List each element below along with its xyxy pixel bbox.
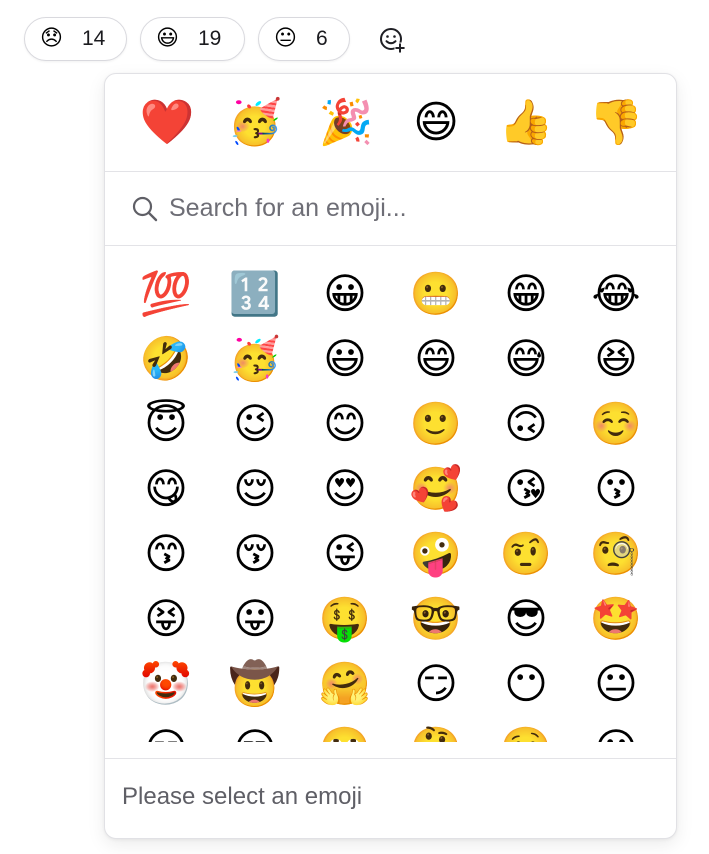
emoji-option[interactable]: 🥳 [222,330,288,388]
emoji-option[interactable]: 🤡 [133,655,199,713]
emoji-grid: 💯 🔢 😀 😬 😁 😂 🤣 🥳 😃 😄 😅 😆 😇 😉 😊 🙂 🙃 ☺️ 😋 😌 😍 🥰 😘 😗 😙 😚 😜 🤪 🤨 🧐 😝 😛 🤑 🤓 😎 🤩 🤡 🤠 🤗… [105,246,676,742]
grinning-face-big-eyes-icon: 😃 [156,26,179,51]
emoji-option[interactable]: 😬 [403,265,469,323]
footer-status-text: Please select an emoji [122,783,363,810]
grinning-face-smiling-eyes-icon[interactable]: 😄 [406,96,466,150]
emoji-option[interactable]: 🤗 [312,655,378,713]
emoji-option[interactable]: 🙃 [493,395,559,453]
emoji-option[interactable]: 😙 [133,525,199,583]
emoji-picker: ❤️ 🥳 🎉 😄 👍 👎 💯 🔢 😀 😬 😁 😂 🤣 🥳 😃 😄 😅 😆 😇 😉 😊 🙂 🙃 ☺️ 😋 😌 😍 🥰 😘 😗 😙 😚 😜 🤪 🤨 🧐 😝… [104,73,677,839]
emoji-option[interactable]: 😶 [493,655,559,713]
emoji-option[interactable]: 🙂 [403,395,469,453]
emoji-option[interactable]: 😏 [403,655,469,713]
emoji-option[interactable]: 😋 [133,460,199,518]
emoji-option[interactable]: 😜 [312,525,378,583]
emoji-option[interactable]: 🤨 [493,525,559,583]
emoji-option[interactable]: 😛 [222,590,288,648]
emoji-option[interactable]: 😚 [222,525,288,583]
emoji-option[interactable]: 😄 [403,330,469,388]
emoji-option[interactable]: 😗 [583,460,649,518]
emoji-option[interactable]: ☺️ [583,395,649,453]
reaction-count: 19 [198,27,222,50]
neutral-face-icon: 😐 [274,26,297,51]
emoji-option[interactable]: 🤩 [583,590,649,648]
emoji-option[interactable]: 😮 [583,720,649,742]
party-popper-icon[interactable]: 🎉 [316,96,376,150]
emoji-option[interactable]: 😃 [312,330,378,388]
reaction-chip[interactable]: 😞 14 [24,17,127,61]
search-icon [132,196,158,222]
emoji-option[interactable]: 🙄 [312,720,378,742]
emoji-option[interactable]: 😎 [493,590,559,648]
emoji-option[interactable]: 😐 [583,655,649,713]
emoji-option[interactable]: 🧐 [583,525,649,583]
emoji-option[interactable]: 😅 [493,330,559,388]
emoji-option[interactable]: 😁 [493,265,559,323]
disappointed-face-icon: 😞 [40,26,63,51]
emoji-option[interactable]: 😀 [312,265,378,323]
emoji-option[interactable]: 🤔 [403,720,469,742]
emoji-option[interactable]: 🤣 [133,330,199,388]
emoji-option[interactable]: 🤑 [312,590,378,648]
emoji-option[interactable]: 🔢 [222,265,288,323]
reaction-count: 14 [82,27,106,50]
emoji-option[interactable]: 🤠 [222,655,288,713]
red-heart-icon[interactable]: ❤️ [137,96,197,150]
emoji-option[interactable]: 😆 [583,330,649,388]
picker-footer: Please select an emoji [105,758,676,838]
emoji-option[interactable]: 🥰 [403,460,469,518]
emoji-option[interactable]: 😒 [222,720,288,742]
emoji-option[interactable]: 🤥 [493,720,559,742]
emoji-option[interactable]: 😘 [493,460,559,518]
partying-face-icon[interactable]: 🥳 [225,96,285,150]
emoji-option[interactable]: 😊 [312,395,378,453]
reaction-chip[interactable]: 😐 6 [258,17,350,61]
emoji-option[interactable]: 🤪 [403,525,469,583]
emoji-option[interactable]: 😝 [133,590,199,648]
emoji-option[interactable]: 😍 [312,460,378,518]
add-reaction-smiley-icon[interactable] [377,25,407,55]
reaction-count: 6 [316,27,328,50]
quick-reactions-row: ❤️ 🥳 🎉 😄 👍 👎 [105,74,676,172]
thumbs-down-icon[interactable]: 👎 [586,96,646,150]
emoji-option[interactable]: 💯 [133,265,199,323]
reaction-chip[interactable]: 😃 19 [140,17,245,61]
emoji-option[interactable]: 😑 [133,720,199,742]
search-bar [105,172,676,246]
emoji-option[interactable]: 😇 [133,395,199,453]
emoji-option[interactable]: 😉 [222,395,288,453]
emoji-option[interactable]: 😂 [583,265,649,323]
search-input[interactable] [169,186,649,230]
thumbs-up-icon[interactable]: 👍 [496,96,556,150]
emoji-option[interactable]: 🤓 [403,590,469,648]
emoji-option[interactable]: 😌 [222,460,288,518]
